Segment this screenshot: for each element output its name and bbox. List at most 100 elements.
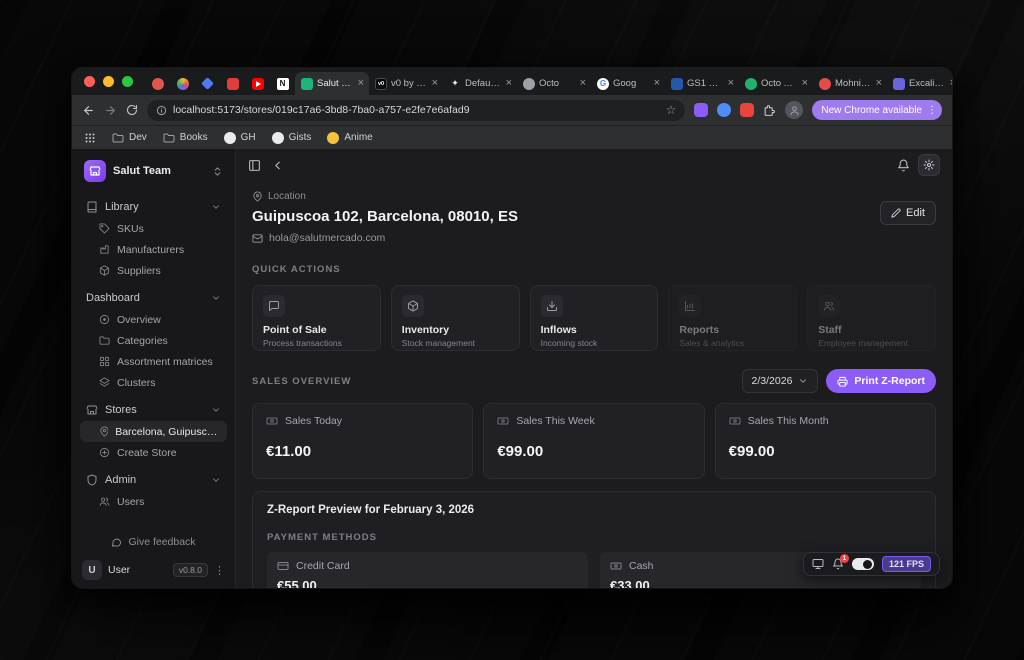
tab-gs1[interactable]: GS1 Datab × <box>665 72 739 95</box>
nav-section-stores[interactable]: Stores <box>80 398 227 421</box>
nav-section-library[interactable]: Library <box>80 195 227 218</box>
tab-label: Excalidraw <box>909 78 946 89</box>
user-menu[interactable]: U User v0.8.0 ⋮ <box>80 556 227 580</box>
quick-action-point-of-sale[interactable]: Point of Sale Process transactions <box>252 285 381 351</box>
nav-section-dashboard[interactable]: Dashboard <box>80 286 227 309</box>
pinned-tab[interactable] <box>195 72 220 95</box>
chevron-down-icon <box>211 293 221 303</box>
tab-default-pr[interactable]: Default Pr × <box>443 72 517 95</box>
youtube-icon <box>252 78 264 90</box>
nav-section-admin[interactable]: Admin <box>80 468 227 491</box>
extensions-puzzle-icon[interactable] <box>763 104 776 117</box>
quick-actions-title: QUICK ACTIONS <box>252 264 936 275</box>
bell-icon[interactable] <box>897 159 910 172</box>
payment-methods-title: PAYMENT METHODS <box>267 532 921 543</box>
site-info-icon[interactable] <box>156 105 167 116</box>
bookmark-dev[interactable]: Dev <box>112 132 147 144</box>
pinned-tab[interactable] <box>245 72 270 95</box>
tab-salut-erp[interactable]: Salut ERP × <box>295 72 369 95</box>
sidebar-item-store-barcelona[interactable]: Barcelona, Guipuscoa, 102 <box>80 421 227 442</box>
banknote-icon <box>729 415 741 427</box>
z-report-title: Z-Report Preview for February 3, 2026 <box>267 504 921 516</box>
monitor-icon[interactable] <box>812 558 824 570</box>
tab-google[interactable]: Goog × <box>591 72 665 95</box>
close-icon[interactable]: × <box>802 78 808 89</box>
tab-favicon <box>375 78 387 90</box>
bell-icon[interactable]: 1 <box>832 558 844 570</box>
tab-excalidraw[interactable]: Excalidraw × <box>887 72 952 95</box>
pinned-tab[interactable] <box>170 72 195 95</box>
bookmark-star-icon[interactable]: ☆ <box>666 104 677 116</box>
chevron-down-icon <box>211 475 221 485</box>
profile-avatar[interactable] <box>785 101 803 119</box>
sidebar-item-suppliers[interactable]: Suppliers <box>80 260 227 281</box>
close-icon[interactable]: × <box>580 78 586 89</box>
tab-octo[interactable]: Octo × <box>517 72 591 95</box>
sidebar-item-manufacturers[interactable]: Manufacturers <box>80 239 227 260</box>
forward-button[interactable] <box>104 104 117 117</box>
sidebar-item-assortment-matrices[interactable]: Assortment matrices <box>80 351 227 372</box>
pinned-tab[interactable] <box>220 72 245 95</box>
give-feedback-label: Give feedback <box>128 536 195 548</box>
close-icon[interactable]: × <box>876 78 882 89</box>
banknote-icon <box>266 415 278 427</box>
extension-icon[interactable] <box>740 103 754 117</box>
give-feedback-button[interactable]: Give feedback <box>80 528 227 556</box>
extension-icon[interactable] <box>717 103 731 117</box>
download-icon <box>541 295 563 317</box>
close-icon[interactable]: × <box>950 78 952 89</box>
pinned-tab-icon <box>227 78 239 90</box>
address-bar[interactable]: localhost:5173/stores/019c17a6-3bd8-7ba0… <box>147 100 685 121</box>
close-icon[interactable]: × <box>728 78 734 89</box>
zoom-window-button[interactable] <box>122 76 133 87</box>
date-select[interactable]: 2/3/2026 <box>742 369 819 393</box>
team-switcher[interactable]: Salut Team <box>80 156 227 186</box>
edit-button[interactable]: Edit <box>880 201 936 225</box>
apps-grid-icon[interactable] <box>84 132 96 144</box>
sidebar-item-users[interactable]: Users <box>80 491 227 512</box>
overlay-toggle[interactable] <box>852 558 874 570</box>
minimize-window-button[interactable] <box>103 76 114 87</box>
map-pin-icon <box>252 191 263 202</box>
sidebar-toggle-icon[interactable] <box>248 159 261 172</box>
tab-v0[interactable]: v0 by Verc × <box>369 72 443 95</box>
tab-mohnish[interactable]: Mohnish P × <box>813 72 887 95</box>
back-chevron-icon[interactable] <box>271 159 284 172</box>
factory-icon <box>99 244 110 255</box>
fps-badge: 121 FPS <box>882 556 931 572</box>
tab-favicon <box>819 78 831 90</box>
nav-section-label: Dashboard <box>86 292 140 304</box>
close-icon[interactable]: × <box>506 78 512 89</box>
sidebar-item-create-store[interactable]: Create Store <box>80 442 227 463</box>
bookmark-books[interactable]: Books <box>163 132 208 144</box>
quick-action-inventory[interactable]: Inventory Stock management <box>391 285 520 351</box>
bookmark-gh[interactable]: GH <box>224 132 256 144</box>
print-z-report-button[interactable]: Print Z-Report <box>826 369 936 393</box>
sidebar-item-clusters[interactable]: Clusters <box>80 372 227 393</box>
back-button[interactable] <box>82 104 95 117</box>
bookmark-gists[interactable]: Gists <box>272 132 312 144</box>
browser-menu-icon[interactable]: ⋮ <box>927 105 937 116</box>
close-icon[interactable]: × <box>654 78 660 89</box>
bookmark-label: Dev <box>129 132 147 143</box>
close-icon[interactable]: × <box>432 78 438 89</box>
settings-gear-button[interactable] <box>918 154 940 176</box>
extension-icon[interactable] <box>694 103 708 117</box>
pinned-tab[interactable] <box>145 72 170 95</box>
app-sidebar: Salut Team Library SKUs <box>72 149 236 588</box>
close-icon[interactable]: × <box>358 78 364 89</box>
user-menu-icon[interactable]: ⋮ <box>214 564 225 577</box>
quick-action-inflows[interactable]: Inflows Incoming stock <box>530 285 659 351</box>
bookmark-anime[interactable]: Anime <box>327 132 372 144</box>
sidebar-item-overview[interactable]: Overview <box>80 309 227 330</box>
tab-octo-api[interactable]: Octo API × <box>739 72 813 95</box>
reload-button[interactable] <box>126 104 138 116</box>
stat-value: €99.00 <box>729 443 922 460</box>
sidebar-item-skus[interactable]: SKUs <box>80 218 227 239</box>
close-window-button[interactable] <box>84 76 95 87</box>
payment-method-value: €55.00 <box>277 578 578 588</box>
pinned-tab[interactable] <box>270 72 295 95</box>
bar-chart-icon <box>679 295 701 317</box>
sidebar-item-categories[interactable]: Categories <box>80 330 227 351</box>
chrome-update-button[interactable]: New Chrome available ⋮ <box>812 100 942 120</box>
